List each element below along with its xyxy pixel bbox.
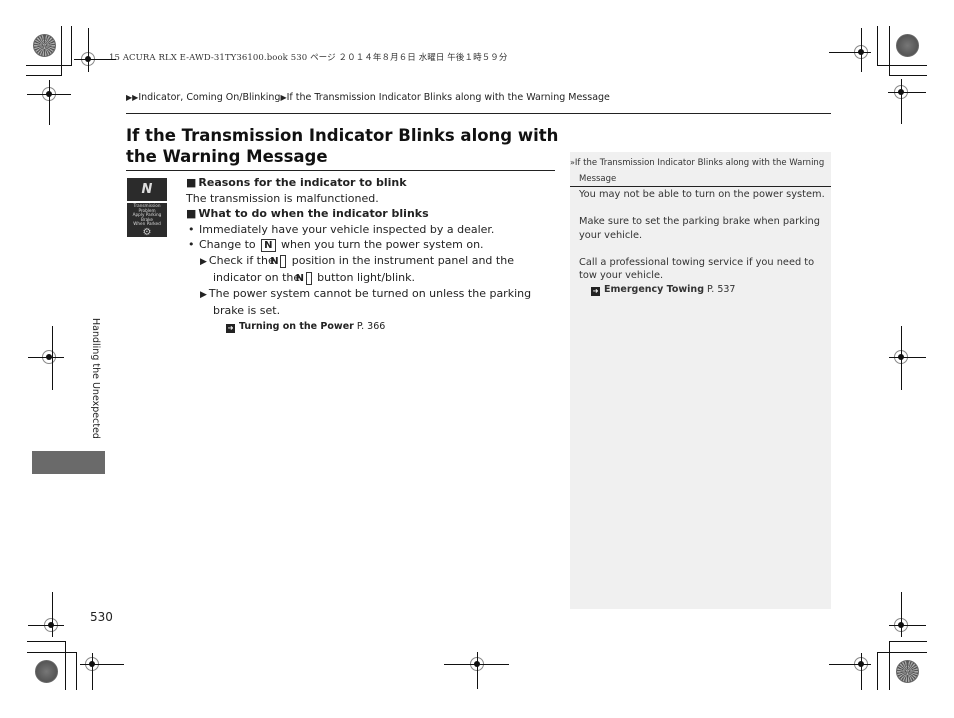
print-header: 15 ACURA RLX E-AWD-31TY36100.book 530 ペー… <box>109 53 508 63</box>
crop-mark <box>877 65 927 66</box>
sub-item-text: The power system cannot be turned on unl… <box>208 286 532 318</box>
sidebar-paragraph: You may not be able to turn on the power… <box>579 189 825 200</box>
crop-mark <box>861 28 862 72</box>
crop-mark <box>901 592 902 637</box>
n-key-icon: N <box>270 254 287 268</box>
list-item-text: Change to <box>199 238 256 251</box>
section-heading: What to do when the indicator blinks <box>186 206 556 222</box>
warning-message-display: Transmission Problem Apply Parking Brake… <box>127 203 167 238</box>
crop-mark <box>477 652 478 689</box>
triangle-right-icon: ▶ <box>200 289 207 300</box>
crop-mark <box>28 357 64 358</box>
crop-mark <box>889 75 927 76</box>
section-text: The transmission is malfunctioned. <box>186 191 379 205</box>
section-tab-label: Handling the Unexpected <box>90 318 101 439</box>
section-heading: Reasons for the indicator to blink <box>186 175 556 191</box>
crop-mark <box>80 664 124 665</box>
n-key-icon: N <box>261 239 276 252</box>
sidebar-heading-text: If the Transmission Indicator Blinks alo… <box>574 158 825 168</box>
triangle-right-icon: ▶ <box>200 256 207 267</box>
crop-mark <box>877 26 878 66</box>
crop-mark <box>889 641 927 642</box>
crop-mark <box>26 65 71 66</box>
list-item-text: when you turn the power system on. <box>281 238 484 251</box>
main-content: Reasons for the indicator to blink The t… <box>186 175 556 334</box>
page-title: If the Transmission Indicator Blinks alo… <box>126 126 559 166</box>
reference-label[interactable]: Turning on the Power <box>239 321 354 332</box>
reference-arrow-icon: ➜ <box>226 323 235 333</box>
crop-mark <box>889 26 890 76</box>
crop-mark <box>829 52 871 53</box>
double-triangle-right-icon: ▶▶ <box>126 93 139 102</box>
sub-item-text: button light/blink. <box>317 271 415 284</box>
sidebar-heading: »If the Transmission Indicator Blinks al… <box>570 155 831 187</box>
crop-mark <box>92 653 93 690</box>
crop-mark <box>49 80 50 125</box>
crop-mark <box>65 641 66 690</box>
crop-mark <box>88 28 89 72</box>
list-item: Immediately have your vehicle inspected … <box>186 222 556 238</box>
crop-mark <box>889 641 890 690</box>
crop-mark <box>27 641 66 642</box>
sub-item-text: Check if the <box>208 253 275 267</box>
crop-mark <box>889 625 926 626</box>
crop-mark <box>829 664 871 665</box>
breadcrumb: ▶▶Indicator, Coming On/Blinking▶If the T… <box>126 92 610 103</box>
sidebar-divider <box>570 186 831 187</box>
list-item-text: Immediately have your vehicle inspected … <box>199 222 495 236</box>
breadcrumb-item[interactable]: If the Transmission Indicator Blinks alo… <box>287 92 610 103</box>
crop-mark <box>76 652 77 690</box>
crop-mark <box>861 653 862 690</box>
transmission-indicator-icon: N <box>127 178 167 201</box>
crop-mark <box>52 326 53 390</box>
color-registration-rosette <box>896 34 919 57</box>
sub-item: ▶ Check if the N position in the instrume… <box>186 253 556 286</box>
color-registration-rosette <box>35 660 58 683</box>
cross-reference-link[interactable]: ➜ Turning on the Power P. 366 <box>186 319 556 335</box>
n-key-icon: N <box>296 272 312 285</box>
sidebar-heading-text: Message <box>579 174 617 184</box>
title-divider <box>126 170 555 171</box>
cross-reference-link[interactable]: ➜ Emergency Towing P. 537 <box>579 283 827 297</box>
crop-mark <box>877 652 878 690</box>
crop-mark <box>61 26 62 76</box>
gear-warning-icon: ⚙ <box>142 226 152 238</box>
list-item: Change to N when you turn the power syst… <box>186 237 556 253</box>
reference-page: P. 537 <box>707 284 736 295</box>
crop-mark <box>901 79 902 124</box>
crop-mark <box>877 652 927 653</box>
sidebar-paragraph: Make sure to set the parking brake when … <box>579 216 820 241</box>
crop-mark <box>27 652 77 653</box>
crop-mark <box>888 92 926 93</box>
sidebar-body: You may not be able to turn on the power… <box>579 188 827 297</box>
breadcrumb-item[interactable]: Indicator, Coming On/Blinking <box>138 92 280 103</box>
crop-mark <box>901 326 902 390</box>
crop-mark <box>52 592 53 637</box>
reference-label[interactable]: Emergency Towing <box>604 284 704 295</box>
header-divider <box>126 113 831 114</box>
indicator-glyph: N <box>141 182 153 197</box>
reference-arrow-icon: ➜ <box>591 287 600 296</box>
crop-mark <box>26 75 62 76</box>
sub-item: ▶ The power system cannot be turned on un… <box>186 286 556 319</box>
crop-mark <box>28 625 64 626</box>
color-registration-rosette <box>896 660 919 683</box>
crop-mark <box>71 26 72 66</box>
crop-mark <box>889 357 926 358</box>
section-tab-marker <box>32 451 105 474</box>
sidebar-paragraph: Call a professional towing service if yo… <box>579 256 815 282</box>
reference-page: P. 366 <box>356 320 386 332</box>
color-registration-rosette <box>33 34 56 57</box>
page-number: 530 <box>90 610 113 624</box>
crop-mark <box>74 59 116 60</box>
